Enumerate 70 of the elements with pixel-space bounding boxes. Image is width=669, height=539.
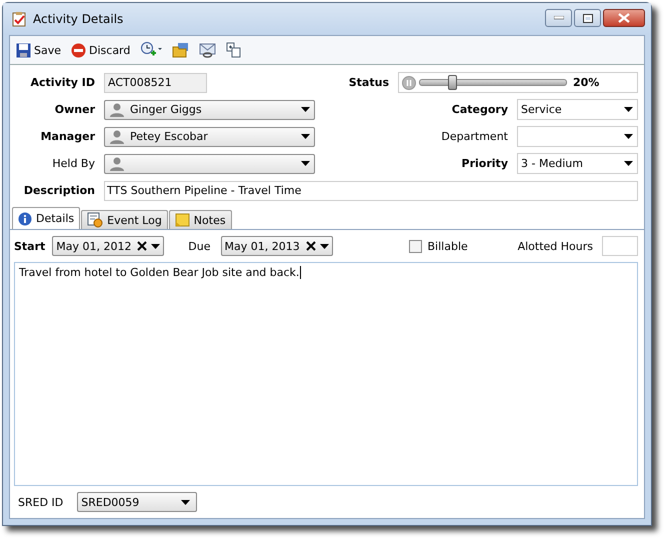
start-label: Start xyxy=(14,240,46,252)
select-field[interactable]: Service xyxy=(517,99,638,120)
caret-icon xyxy=(151,244,160,248)
field-label: Held By xyxy=(51,157,95,170)
field-label: Owner xyxy=(54,103,95,116)
caret-icon xyxy=(301,161,310,166)
tab[interactable]: Event Log xyxy=(81,210,168,229)
tab[interactable]: Details xyxy=(12,207,80,229)
sred-label: SRED ID xyxy=(18,496,64,508)
caret-icon xyxy=(301,134,310,139)
minimize-button[interactable] xyxy=(545,9,572,27)
person-icon xyxy=(109,102,125,117)
maximize-icon xyxy=(582,14,592,22)
person-dropdown[interactable]: Petey Escobar xyxy=(104,126,315,146)
pause-icon[interactable] xyxy=(402,76,416,90)
field-label: Status xyxy=(348,76,389,89)
mail-link-icon xyxy=(199,42,216,58)
add-reminder-button[interactable] xyxy=(138,42,164,58)
tab[interactable]: Notes xyxy=(168,210,232,229)
field-label: Department xyxy=(441,130,508,143)
info-icon xyxy=(18,212,32,226)
caret-icon xyxy=(320,244,329,248)
person-dropdown[interactable]: Ginger Giggs xyxy=(104,100,315,120)
hours-field[interactable] xyxy=(602,236,638,256)
minimize-icon xyxy=(554,16,564,20)
stop-icon xyxy=(71,42,86,58)
window-title: Activity Details xyxy=(33,12,124,26)
save-button[interactable]: Save xyxy=(14,42,64,58)
clear-icon[interactable] xyxy=(306,241,316,251)
notes-area[interactable]: Travel from hotel to Golden Bear Job site and back. xyxy=(14,262,638,486)
hours-label: Alotted Hours xyxy=(518,240,593,252)
field-label: Description xyxy=(22,184,95,197)
caret-icon xyxy=(624,107,633,112)
close-icon xyxy=(618,13,630,23)
person-dropdown[interactable] xyxy=(104,154,315,174)
id-field: ACT008521 xyxy=(104,72,207,92)
email-link-button[interactable] xyxy=(197,42,218,58)
discard-button[interactable]: Discard xyxy=(69,42,132,58)
note-icon xyxy=(174,213,190,227)
sred-dropdown[interactable]: SRED0059 xyxy=(77,492,198,512)
slider-thumb[interactable] xyxy=(448,75,457,90)
start-date-picker[interactable]: May 01, 2012 xyxy=(52,236,164,256)
caret-icon xyxy=(181,500,190,504)
person-icon xyxy=(109,156,125,171)
folder-icon xyxy=(172,42,190,58)
close-button[interactable] xyxy=(603,9,645,27)
person-icon xyxy=(109,129,125,144)
clock-add-icon xyxy=(140,42,162,58)
notes-text: Travel from hotel to Golden Bear Job site and back. xyxy=(19,266,300,279)
field-label: Manager xyxy=(40,130,95,143)
status-percent: 20% xyxy=(573,76,600,89)
save-icon xyxy=(16,42,31,58)
log-clock-icon xyxy=(87,212,104,228)
field-label: Priority xyxy=(462,157,508,170)
caret-icon xyxy=(301,107,310,112)
select-field[interactable]: 3 - Medium xyxy=(517,153,638,174)
due-date-picker[interactable]: May 01, 2013 xyxy=(220,236,333,256)
clear-icon[interactable] xyxy=(137,241,148,251)
maximize-button[interactable] xyxy=(574,9,601,27)
caret-icon xyxy=(624,161,633,166)
billable-label: Billable xyxy=(428,240,468,252)
billable-checkbox[interactable] xyxy=(408,240,422,252)
copy-icon xyxy=(226,42,242,58)
description-field[interactable]: TTS Southern Pipeline - Travel Time xyxy=(104,180,638,200)
clipboard-icon xyxy=(11,11,27,27)
due-label: Due xyxy=(188,240,211,252)
field-label: Activity ID xyxy=(30,76,95,89)
select-field[interactable] xyxy=(517,126,638,147)
field-label: Category xyxy=(452,103,508,116)
caret-icon xyxy=(624,134,633,139)
